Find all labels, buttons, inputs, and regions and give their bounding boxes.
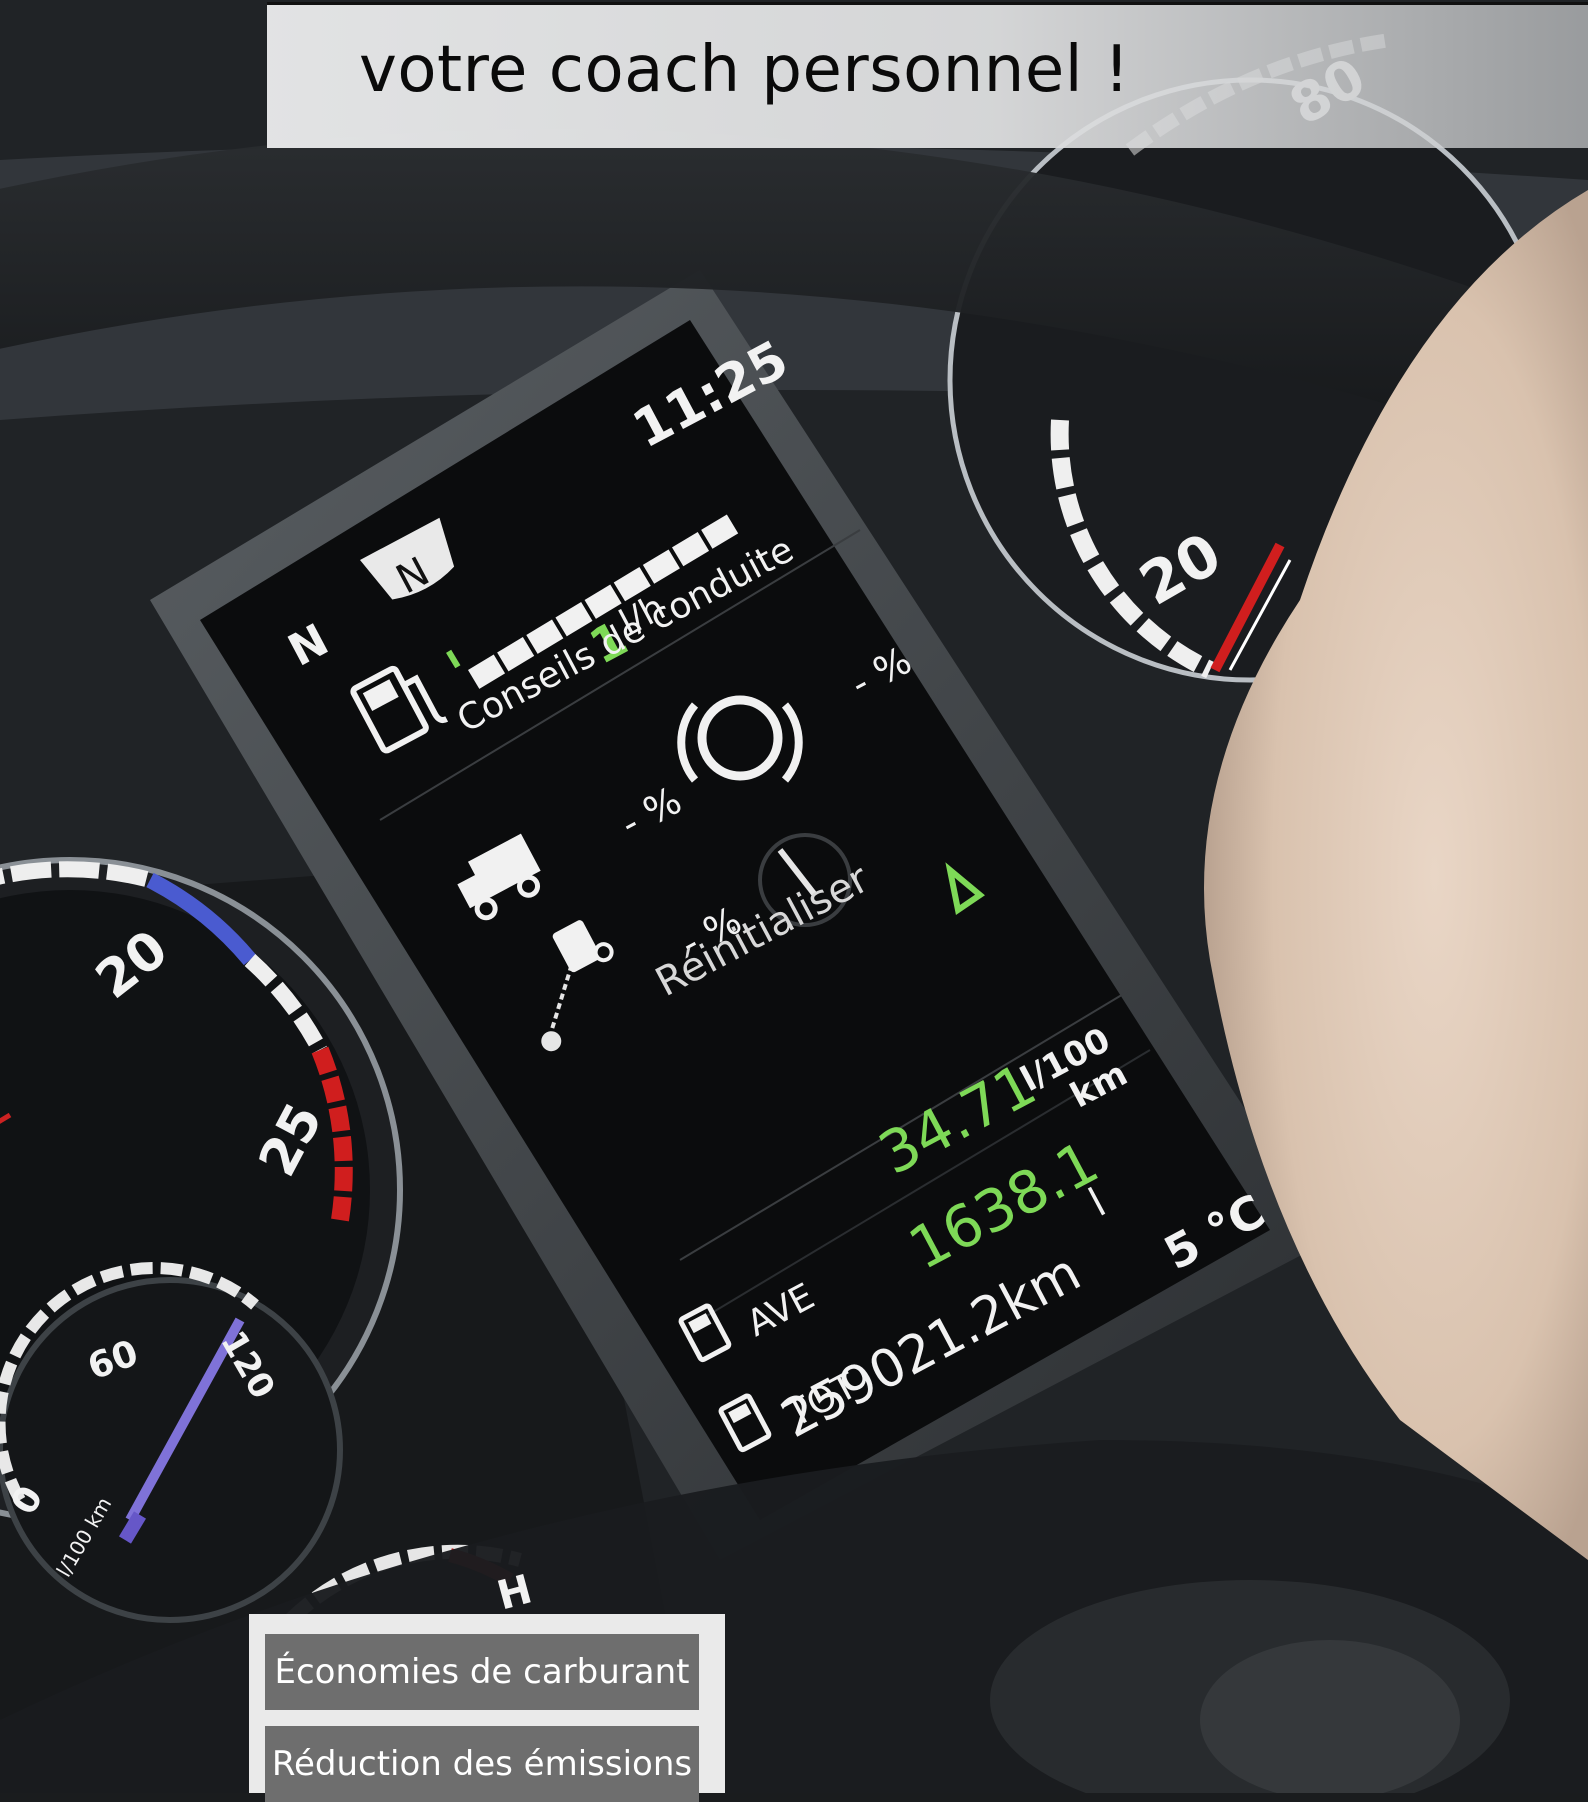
tag-fuel-savings: Économies de carburant (265, 1634, 699, 1710)
dashboard-photo: 20 25 0 60 120 l/100 km 20 80 H 11:25 N … (0, 0, 1588, 1793)
tag-emissions-reduction: Réduction des émissions (265, 1726, 699, 1802)
title-banner: votre coach personnel ! (267, 2, 1588, 148)
page-title: votre coach personnel ! (359, 33, 1130, 107)
feature-tags: Économies de carburant Réduction des émi… (249, 1614, 725, 1802)
